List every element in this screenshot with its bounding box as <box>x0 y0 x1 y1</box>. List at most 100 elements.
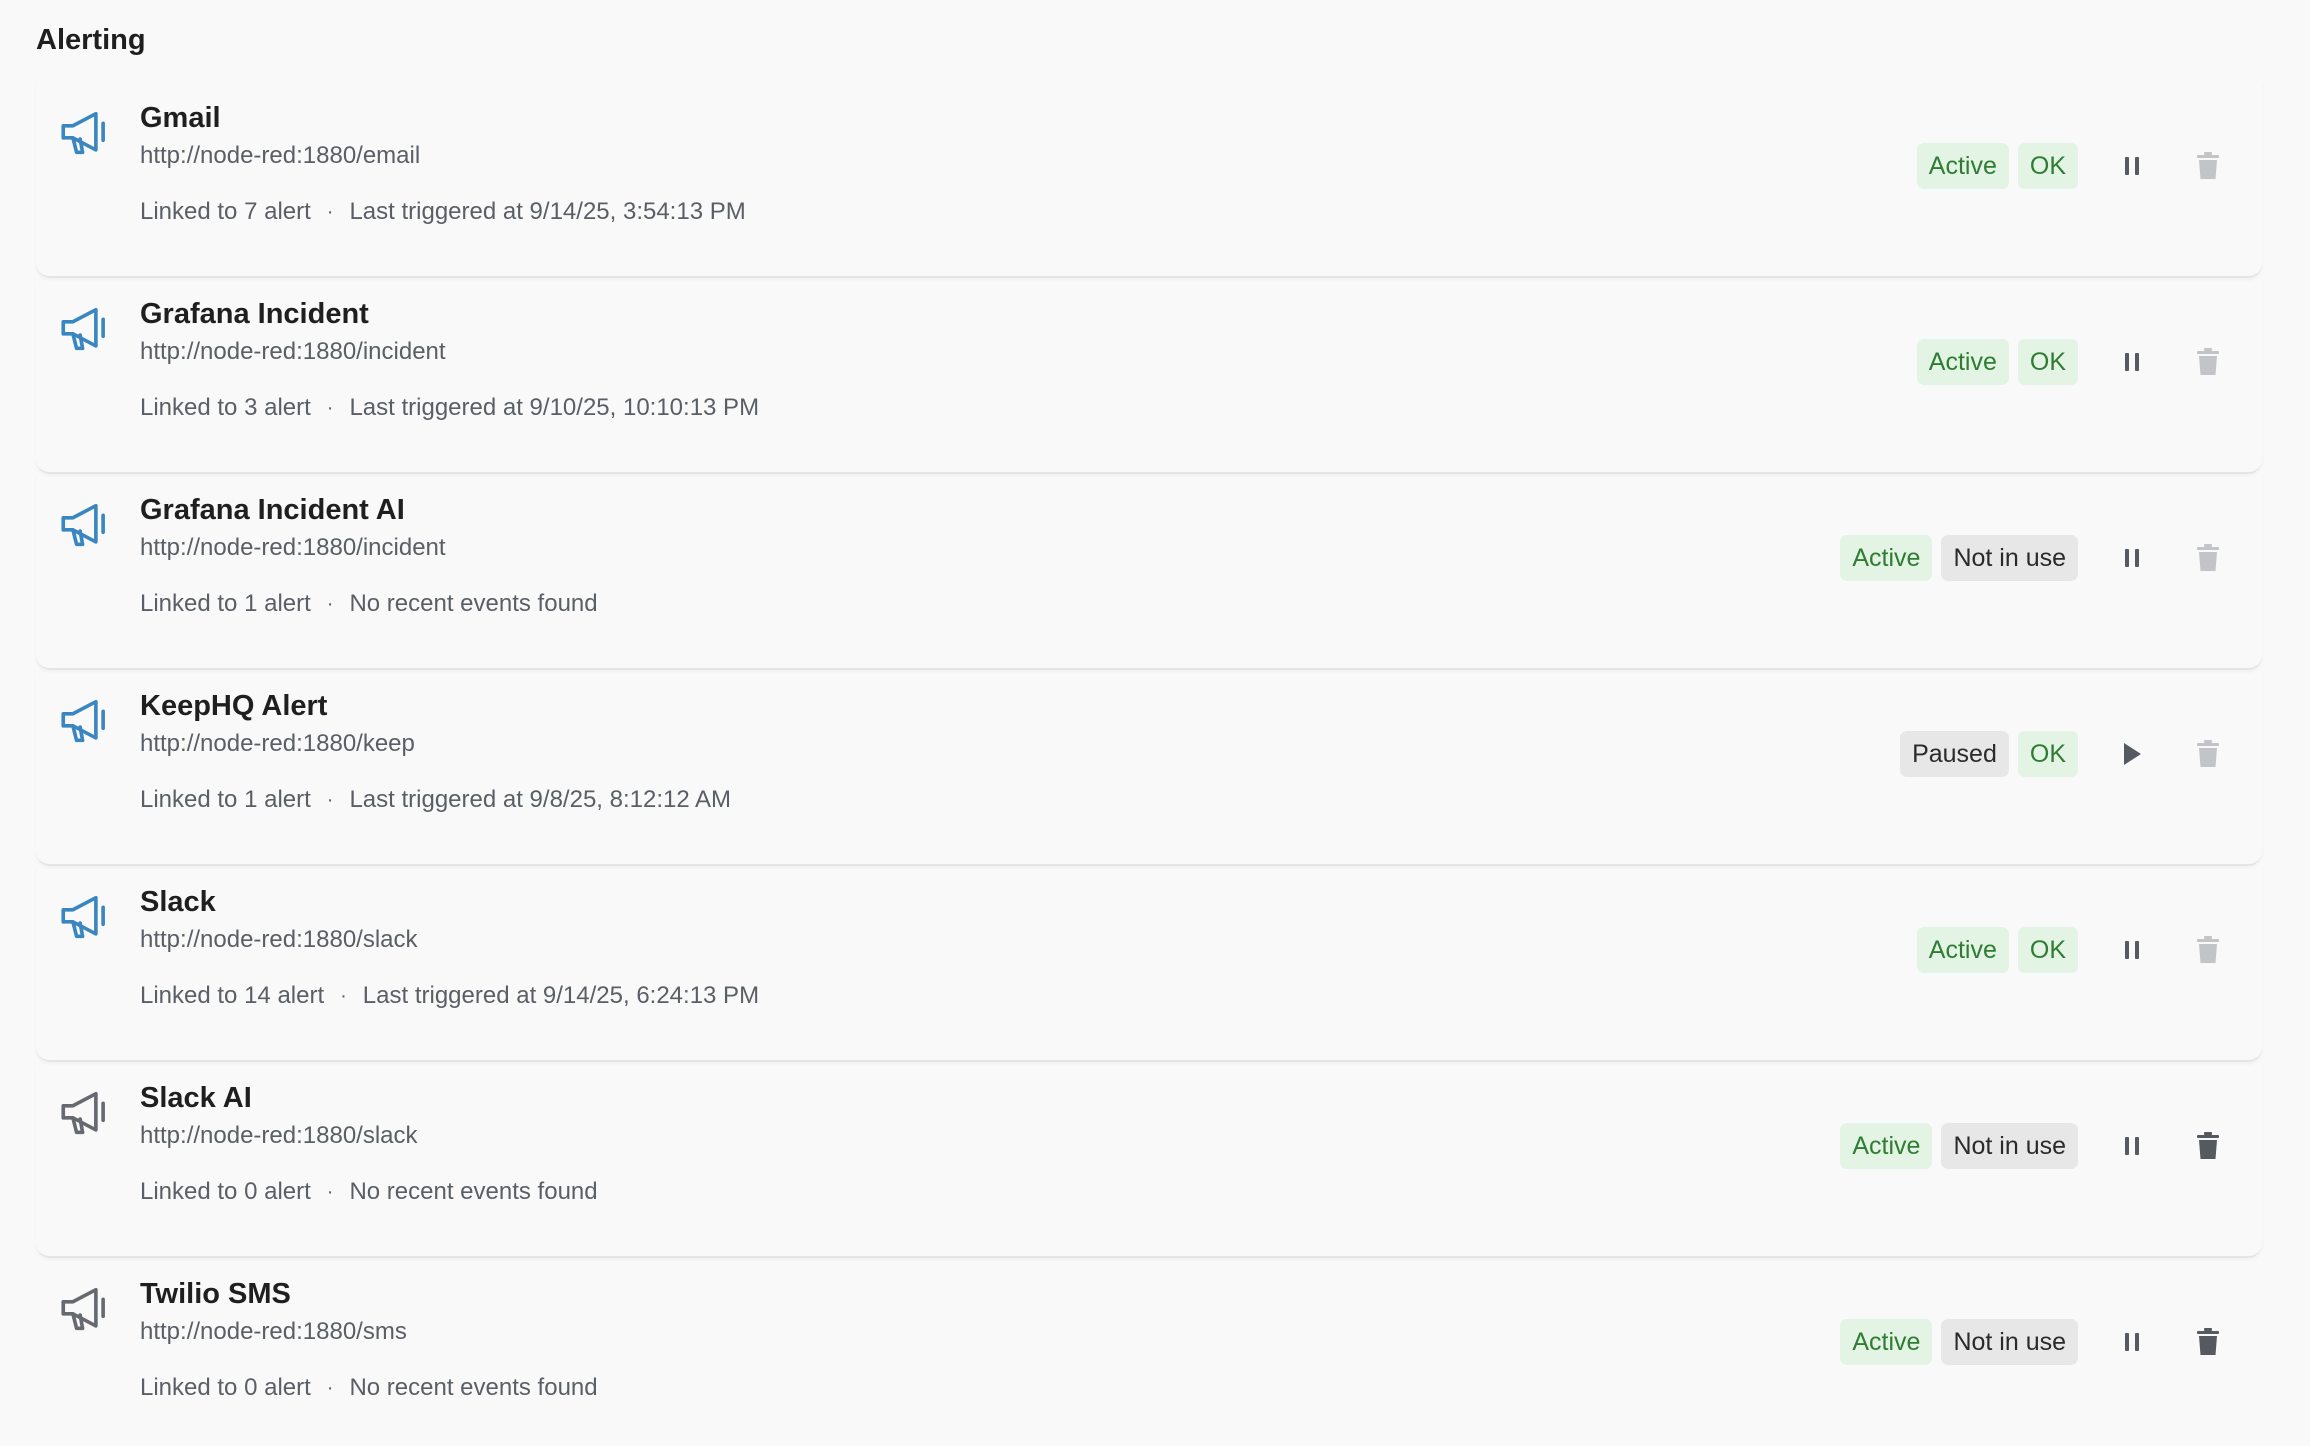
row-actions: Active Not in use <box>1831 1122 2262 1170</box>
state-badge: Active <box>1840 1123 1933 1169</box>
megaphone-icon <box>56 692 114 750</box>
contact-point-meta: Linked to 7 alert · Last triggered at 9/… <box>140 198 746 226</box>
pause-button[interactable] <box>2110 144 2154 188</box>
linked-count: Linked to 1 alert <box>140 786 311 813</box>
contact-point-url: http://node-red:1880/incident <box>140 338 446 365</box>
contact-point-row: Twilio SMS http://node-red:1880/sms Link… <box>36 1258 2262 1446</box>
contact-point-url: http://node-red:1880/slack <box>140 1122 418 1149</box>
megaphone-icon <box>56 104 114 162</box>
meta-separator: · <box>326 788 334 811</box>
health-badge: OK <box>2017 731 2078 777</box>
state-badge: Active <box>1840 535 1933 581</box>
state-badge: Active <box>1916 927 2009 973</box>
pause-icon <box>2122 1134 2142 1158</box>
pause-icon <box>2122 1330 2142 1354</box>
contact-point-row: Grafana Incident http://node-red:1880/in… <box>36 278 2262 474</box>
linked-count: Linked to 7 alert <box>140 198 311 225</box>
last-event: Last triggered at 9/14/25, 3:54:13 PM <box>349 198 746 225</box>
last-event: No recent events found <box>349 590 598 617</box>
trash-icon <box>2196 739 2220 769</box>
trash-icon <box>2196 151 2220 181</box>
last-event: Last triggered at 9/8/25, 8:12:12 AM <box>349 786 732 813</box>
last-event: Last triggered at 9/14/25, 6:24:13 PM <box>362 982 760 1009</box>
trash-icon <box>2196 1327 2220 1357</box>
play-button[interactable] <box>2110 732 2154 776</box>
alerting-page: Alerting Gmail http://node-red:1880/emai… <box>0 0 2310 1446</box>
delete-button[interactable] <box>2186 1124 2230 1168</box>
delete-button[interactable] <box>2186 340 2230 384</box>
linked-count: Linked to 14 alert <box>140 982 325 1009</box>
row-actions: Active Not in use <box>1831 534 2262 582</box>
health-badge: Not in use <box>1941 1319 2078 1365</box>
pause-icon <box>2122 546 2142 570</box>
meta-separator: · <box>326 1376 334 1399</box>
contact-point-meta: Linked to 1 alert · No recent events fou… <box>140 590 598 618</box>
play-icon <box>2121 741 2143 767</box>
megaphone-icon <box>56 1084 114 1142</box>
linked-count: Linked to 0 alert <box>140 1374 311 1401</box>
contact-point-row: KeepHQ Alert http://node-red:1880/keep L… <box>36 670 2262 866</box>
state-badge: Paused <box>1900 731 2009 777</box>
pause-button[interactable] <box>2110 1320 2154 1364</box>
last-event: No recent events found <box>349 1178 598 1205</box>
contact-point-name[interactable]: KeepHQ Alert <box>140 690 327 723</box>
meta-separator: · <box>326 396 334 419</box>
contact-point-url: http://node-red:1880/email <box>140 142 421 169</box>
delete-button[interactable] <box>2186 536 2230 580</box>
section-title: Alerting <box>36 24 146 56</box>
contact-point-meta: Linked to 1 alert · Last triggered at 9/… <box>140 786 731 814</box>
megaphone-icon <box>56 496 114 554</box>
contact-point-row: Grafana Incident AI http://node-red:1880… <box>36 474 2262 670</box>
contact-point-name[interactable]: Grafana Incident <box>140 298 369 331</box>
health-badge: Not in use <box>1941 1123 2078 1169</box>
health-badge: OK <box>2017 143 2078 189</box>
state-badge: Active <box>1916 143 2009 189</box>
contact-point-url: http://node-red:1880/slack <box>140 926 418 953</box>
pause-button[interactable] <box>2110 1124 2154 1168</box>
meta-separator: · <box>340 984 347 1007</box>
row-actions: Active Not in use <box>1831 1318 2262 1366</box>
delete-button[interactable] <box>2186 144 2230 188</box>
pause-button[interactable] <box>2110 340 2154 384</box>
pause-icon <box>2122 938 2142 962</box>
trash-icon <box>2196 1131 2220 1161</box>
trash-icon <box>2196 935 2220 965</box>
last-event: No recent events found <box>349 1374 598 1401</box>
delete-button[interactable] <box>2186 928 2230 972</box>
pause-button[interactable] <box>2110 928 2154 972</box>
last-event: Last triggered at 9/10/25, 10:10:13 PM <box>349 394 760 421</box>
contact-point-name[interactable]: Gmail <box>140 102 221 135</box>
trash-icon <box>2196 543 2220 573</box>
contact-point-meta: Linked to 14 alert · Last triggered at 9… <box>140 982 759 1010</box>
contact-point-name[interactable]: Slack AI <box>140 1082 252 1115</box>
meta-separator: · <box>326 200 334 223</box>
health-badge: Not in use <box>1941 535 2078 581</box>
contact-point-row: Slack http://node-red:1880/slack Linked … <box>36 866 2262 1062</box>
row-actions: Active OK <box>1908 926 2262 974</box>
delete-button[interactable] <box>2186 732 2230 776</box>
meta-separator: · <box>326 1180 334 1203</box>
contact-point-url: http://node-red:1880/incident <box>140 534 446 561</box>
megaphone-icon <box>56 1280 114 1338</box>
contact-point-name[interactable]: Twilio SMS <box>140 1278 291 1311</box>
linked-count: Linked to 0 alert <box>140 1178 311 1205</box>
contact-point-meta: Linked to 0 alert · No recent events fou… <box>140 1374 598 1402</box>
contact-point-meta: Linked to 0 alert · No recent events fou… <box>140 1178 598 1206</box>
pause-icon <box>2122 350 2142 374</box>
state-badge: Active <box>1916 339 2009 385</box>
pause-icon <box>2122 154 2142 178</box>
health-badge: OK <box>2017 927 2078 973</box>
health-badge: OK <box>2017 339 2078 385</box>
contact-point-row: Slack AI http://node-red:1880/slack Link… <box>36 1062 2262 1258</box>
meta-separator: · <box>326 592 334 615</box>
contact-point-list: Gmail http://node-red:1880/email Linked … <box>36 82 2262 1446</box>
contact-point-name[interactable]: Grafana Incident AI <box>140 494 405 527</box>
trash-icon <box>2196 347 2220 377</box>
row-actions: Paused OK <box>1891 730 2262 778</box>
contact-point-name[interactable]: Slack <box>140 886 216 919</box>
linked-count: Linked to 1 alert <box>140 590 311 617</box>
delete-button[interactable] <box>2186 1320 2230 1364</box>
pause-button[interactable] <box>2110 536 2154 580</box>
megaphone-icon <box>56 888 114 946</box>
row-actions: Active OK <box>1908 142 2262 190</box>
